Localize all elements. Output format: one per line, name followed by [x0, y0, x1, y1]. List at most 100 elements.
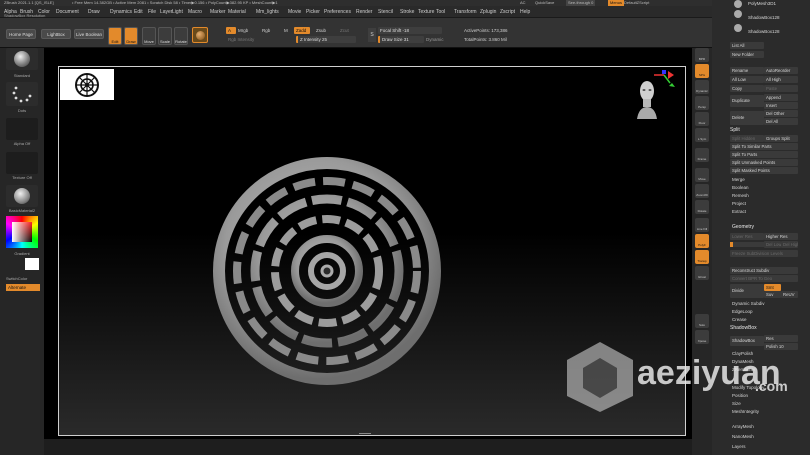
meshintegrity-item[interactable]: MeshIntegrity: [732, 408, 759, 415]
append-button[interactable]: Append: [764, 94, 798, 101]
shadowbox-button[interactable]: ShadowBox: [730, 336, 764, 346]
divide-button[interactable]: Divide: [730, 284, 764, 298]
menu-preferences[interactable]: Preferences: [324, 6, 351, 18]
shelf-move-button[interactable]: Move: [695, 168, 709, 182]
list-all-button[interactable]: List All: [730, 42, 764, 49]
menu-edit[interactable]: Edit: [134, 6, 143, 18]
edgeloop-item[interactable]: EdgeLoop: [732, 308, 753, 315]
del-lower-button[interactable]: Del Lower: [764, 241, 781, 248]
menu-dynamics[interactable]: Dynamics: [110, 6, 132, 18]
shelf-solo-button[interactable]: Solo: [695, 314, 709, 328]
menu-light[interactable]: Light: [172, 6, 183, 18]
shelf-frame-button[interactable]: Frame: [695, 148, 709, 162]
menu-mm-lights[interactable]: Mm_lights: [256, 6, 279, 18]
remesh-item[interactable]: Remesh: [732, 192, 749, 199]
dynamic-toggle[interactable]: Dynamic: [426, 36, 444, 43]
res-slider[interactable]: Res: [764, 335, 798, 342]
extract-item[interactable]: Extract: [732, 208, 746, 215]
material-thumbnail[interactable]: [6, 185, 38, 207]
shelf-xpose-button[interactable]: Xpose: [695, 330, 709, 344]
shelf-dynamic-button[interactable]: Dynamic: [695, 80, 709, 94]
menu-file[interactable]: File: [148, 6, 156, 18]
convert-bpr-button[interactable]: Convert BPR To Geo: [730, 275, 798, 282]
alternate-button[interactable]: Alternate: [6, 284, 40, 291]
shelf-rotate-button[interactable]: Rotate: [695, 200, 709, 214]
suv-toggle[interactable]: Suv: [764, 291, 781, 298]
subtool-eye-icon[interactable]: [734, 0, 742, 8]
draw-size-slider[interactable]: Draw Size 31: [378, 36, 424, 43]
subtool-eye-icon[interactable]: [734, 24, 742, 32]
alpha-thumbnail[interactable]: [6, 118, 38, 140]
shelf-floor-button[interactable]: Floor: [695, 112, 709, 126]
geometry-header[interactable]: Geometry: [732, 223, 754, 231]
split-parts-button[interactable]: Split To Parts: [730, 151, 798, 158]
move-button[interactable]: Move: [142, 27, 156, 45]
shelf-persp-button[interactable]: Persp: [695, 96, 709, 110]
split-masked-button[interactable]: Split Masked Points: [730, 167, 798, 174]
shelf-zoom3d-button[interactable]: Zoom3D: [695, 184, 709, 198]
sculpt-mesh[interactable]: [211, 155, 443, 387]
a-toggle[interactable]: A: [226, 27, 236, 34]
zcut-button[interactable]: Zcut: [340, 27, 349, 34]
menu-layer[interactable]: Layer: [160, 6, 173, 18]
m-button[interactable]: M: [284, 27, 288, 34]
menu-picker[interactable]: Picker: [306, 6, 320, 18]
draw-button[interactable]: Draw: [124, 27, 138, 45]
del-higher-button[interactable]: Del Higher: [781, 241, 798, 248]
nanomesh-item[interactable]: NanoMesh: [732, 433, 754, 440]
shelf-line-fill-button[interactable]: Line Fill: [695, 218, 709, 232]
autoreorder-button[interactable]: AutoReorder: [764, 67, 798, 74]
del-other-button[interactable]: Del Other: [764, 110, 798, 117]
position-item[interactable]: Position: [732, 392, 748, 399]
menu-marker[interactable]: Marker: [210, 6, 226, 18]
menu-stencil[interactable]: Stencil: [378, 6, 393, 18]
scale-button[interactable]: Scale: [158, 27, 172, 45]
rename-button[interactable]: Rename: [730, 67, 764, 74]
subtool-eye-icon[interactable]: [734, 10, 742, 18]
rgb-intensity-slider[interactable]: Rgb Intensity: [228, 36, 254, 43]
reconstruct-subdiv-button[interactable]: Reconstruct Subdiv: [730, 267, 798, 274]
stroke-thumbnail[interactable]: [6, 82, 38, 106]
subtool-name-2[interactable]: ShadowBox128: [748, 14, 780, 21]
main-color-swatch[interactable]: [25, 258, 39, 270]
shelf-spix-button[interactable]: SPix: [695, 64, 709, 78]
paste-button[interactable]: Paste: [764, 85, 798, 92]
del-all-button[interactable]: Del All: [764, 118, 798, 125]
menu-help[interactable]: Help: [520, 6, 530, 18]
menu-document[interactable]: Document: [56, 6, 79, 18]
mrgb-button[interactable]: Mrgb: [238, 27, 248, 34]
shelf-l-sym-button[interactable]: L.Sym: [695, 128, 709, 142]
layers-item[interactable]: Layers: [732, 443, 746, 450]
switch-color-label[interactable]: SwitchColor: [6, 276, 42, 281]
texture-thumbnail[interactable]: [6, 152, 38, 174]
subtool-name-1[interactable]: PolyMesh3D1: [748, 0, 776, 7]
zsub-button[interactable]: Zsub: [316, 27, 326, 34]
menu-transform[interactable]: Transform: [454, 6, 477, 18]
shadowbox-header[interactable]: ShadowBox: [730, 324, 757, 332]
shelf-polyf-button[interactable]: PolyF: [695, 234, 709, 248]
focal-shift-slider[interactable]: Focal Shift -18: [378, 27, 442, 34]
arraymesh-item[interactable]: ArrayMesh: [732, 423, 754, 430]
freeze-subdiv-button[interactable]: Freeze SubDivision Levels: [730, 250, 798, 257]
menu-zscript[interactable]: Zscript: [500, 6, 515, 18]
home-page-button[interactable]: Home Page: [6, 29, 36, 39]
split-header[interactable]: Split: [730, 126, 740, 134]
rotate-button[interactable]: Rotate: [174, 27, 188, 45]
menu-material[interactable]: Material: [228, 6, 246, 18]
all-high-button[interactable]: All High: [764, 76, 798, 83]
subtool-name-3[interactable]: ShadowBox128: [748, 28, 780, 35]
menu-render[interactable]: Render: [356, 6, 372, 18]
menu-movie[interactable]: Movie: [288, 6, 301, 18]
insert-button[interactable]: Insert: [764, 102, 798, 109]
shelf-transp-button[interactable]: Transp: [695, 250, 709, 264]
head-gizmo-icon[interactable]: [635, 77, 659, 119]
reuv-toggle[interactable]: ReUV: [781, 291, 798, 298]
split-hidden-button[interactable]: Split Hidden: [730, 135, 764, 142]
dynamic-subdiv-item[interactable]: Dynamic Subdiv: [732, 300, 765, 307]
edit-button[interactable]: Edit: [108, 27, 122, 45]
lightbox-button[interactable]: LightBox: [41, 29, 71, 39]
menu-tool[interactable]: Tool: [436, 6, 445, 18]
menu-texture[interactable]: Texture: [418, 6, 434, 18]
delete-button[interactable]: Delete: [730, 111, 764, 125]
menu-stroke[interactable]: Stroke: [400, 6, 414, 18]
